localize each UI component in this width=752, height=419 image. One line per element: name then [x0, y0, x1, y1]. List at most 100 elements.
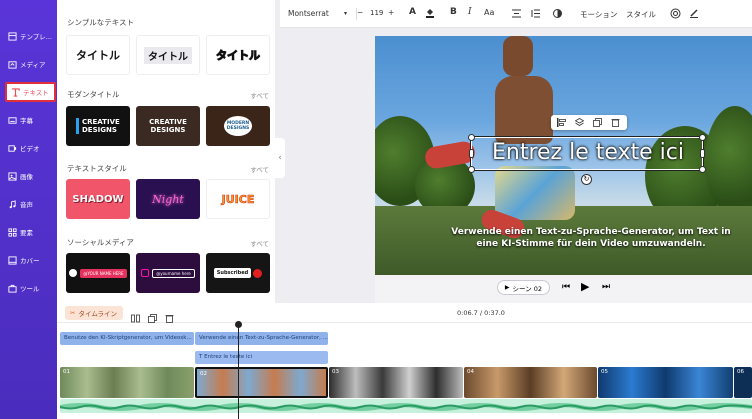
style-tab[interactable]: スタイル: [626, 9, 656, 20]
text-clip-label: Entrez le texte ici: [204, 354, 253, 360]
sidebar-item-elements[interactable]: 要素: [4, 222, 54, 242]
social-card-instagram[interactable]: @yourname here: [136, 253, 200, 293]
text-case-icon: Aa: [484, 8, 495, 17]
scene-number: 03: [332, 369, 339, 375]
style-card-night[interactable]: Night: [136, 179, 200, 219]
simple-text-card-2[interactable]: タイトル: [136, 35, 200, 75]
spacing-button[interactable]: [531, 9, 540, 20]
elements-icon: [8, 227, 17, 237]
timeline-toggle-button[interactable]: ✂ タイムライン: [65, 306, 123, 320]
resize-handle-bl[interactable]: [468, 166, 475, 173]
motion-tab[interactable]: モーション: [580, 9, 617, 20]
see-all-style-link[interactable]: すべて: [250, 164, 269, 174]
caption-line-2: eine KI-Stimme für dein Video umzuwandel…: [476, 239, 706, 249]
font-size-value[interactable]: 119: [370, 9, 383, 17]
modern-title-card-1[interactable]: CREATIVE DESIGNS: [66, 106, 130, 146]
text-color-button[interactable]: A: [409, 7, 416, 17]
video-preview-canvas[interactable]: Entrez le texte ici ↻ Verwende einen Tex…: [375, 36, 752, 275]
scene-selector[interactable]: ▶ シーン 02: [497, 280, 550, 295]
case-button[interactable]: Aa: [484, 8, 494, 17]
align-button[interactable]: [512, 9, 521, 20]
style-card-shadow[interactable]: SHADOW: [66, 179, 130, 219]
font-size-stepper[interactable]: − 119 +: [357, 6, 397, 21]
player-torso: [495, 76, 553, 144]
sidebar-item-tools[interactable]: ツール: [4, 278, 54, 298]
sidebar-item-templates[interactable]: テンプレ...: [4, 26, 54, 46]
delete-clip-button[interactable]: [165, 308, 174, 327]
increase-size-button[interactable]: +: [388, 8, 394, 17]
scene-clip-01[interactable]: 01: [60, 367, 194, 398]
simple-text-card-1[interactable]: タイトル: [66, 35, 130, 75]
social-card-youtube[interactable]: Subscribed: [206, 253, 270, 293]
resize-handle-left[interactable]: [469, 149, 474, 158]
font-select[interactable]: Montserrat ▾: [288, 9, 350, 18]
card-label: SHADOW: [72, 193, 124, 205]
scene-clip-06[interactable]: 06: [734, 367, 752, 398]
see-all-social-link[interactable]: すべて: [250, 238, 269, 248]
trash-icon[interactable]: [611, 118, 620, 127]
audio-track[interactable]: [60, 399, 752, 413]
subtitle-clip-2[interactable]: Verwende einen Text-zu-Sprache-Generator…: [195, 332, 328, 345]
audio-icon: [9, 199, 16, 208]
rotate-icon[interactable]: ↻: [581, 174, 592, 185]
italic-button[interactable]: I: [468, 7, 472, 17]
sidebar-item-video[interactable]: ビデオ: [4, 138, 54, 158]
style-card-juice[interactable]: JUICE: [206, 179, 270, 219]
collapse-panel-button[interactable]: ‹: [275, 138, 285, 178]
split-button[interactable]: [131, 308, 140, 327]
modern-title-card-3[interactable]: MODERN DESIGNS: [206, 106, 270, 146]
resize-handle-tl[interactable]: [468, 134, 475, 141]
sidebar-item-label: 要素: [20, 229, 33, 237]
scene-clip-02[interactable]: 02: [195, 367, 328, 398]
subtitle-icon: [8, 116, 17, 124]
see-all-modern-link[interactable]: すべて: [250, 90, 269, 100]
sidebar-item-cover[interactable]: カバー: [4, 250, 54, 270]
card-label: @YOUR NAME HERE: [80, 268, 127, 278]
bold-icon: B: [450, 7, 457, 17]
bold-button[interactable]: B: [450, 7, 457, 17]
play-button[interactable]: ▶: [581, 280, 589, 293]
scene-clip-03[interactable]: 03: [329, 367, 463, 398]
duplicate-icon[interactable]: [593, 118, 602, 127]
text-panel: シンプルなテキスト タイトル タイトル タイトル モダンタイトル すべて CRE…: [57, 0, 275, 303]
timeline-toolbar: ✂ タイムライン 0:06.7 / 0:37.0: [57, 303, 752, 323]
next-scene-button[interactable]: ⏭: [602, 282, 610, 292]
align-icon[interactable]: [557, 118, 566, 127]
resize-handle-tr[interactable]: [699, 134, 706, 141]
opacity-button[interactable]: [553, 9, 562, 20]
highlight-button[interactable]: [425, 7, 435, 20]
timeline-button-label: タイムライン: [78, 310, 117, 318]
tiktok-icon: [69, 269, 78, 277]
sidebar-item-audio[interactable]: 音声: [4, 194, 54, 214]
modern-title-card-2[interactable]: CREATIVE DESIGNS: [136, 106, 200, 146]
sidebar-item-media[interactable]: メディア: [4, 54, 54, 74]
playhead[interactable]: [235, 321, 242, 419]
resize-handle-br[interactable]: [699, 166, 706, 173]
effects-button[interactable]: [670, 8, 681, 21]
sidebar-item-text[interactable]: テキスト: [5, 82, 56, 102]
left-sidebar: テンプレ... メディア テキスト 字幕 ビデオ 画像 音声 要素 カバー ツー…: [0, 0, 57, 419]
subtitle-clip-1[interactable]: Benutze den KI-Skriptgenerator, um Video…: [60, 332, 194, 345]
playhead-knob[interactable]: [235, 321, 242, 328]
resize-handle-right[interactable]: [700, 149, 705, 158]
social-card-tiktok[interactable]: @YOUR NAME HERE: [66, 253, 130, 293]
sidebar-item-images[interactable]: 画像: [4, 166, 54, 186]
player-arms: [503, 36, 533, 76]
edit-button[interactable]: [689, 8, 699, 20]
duplicate-clip-button[interactable]: [148, 308, 157, 327]
selected-textbox[interactable]: Entrez le texte ici: [468, 134, 706, 173]
text-clip[interactable]: T Entrez le texte ici: [195, 351, 328, 364]
scene-clip-05[interactable]: 05: [598, 367, 733, 398]
previous-scene-button[interactable]: ⏮: [562, 282, 570, 292]
scene-number: 01: [63, 369, 70, 375]
sidebar-item-subtitles[interactable]: 字幕: [4, 110, 54, 130]
layers-icon[interactable]: [575, 118, 584, 127]
instagram-icon: [141, 269, 150, 277]
scene-clip-04[interactable]: 04: [464, 367, 597, 398]
simple-text-card-3[interactable]: タイトル: [206, 35, 270, 75]
sidebar-item-label: テキスト: [23, 89, 49, 97]
timeline-panel: ✂ タイムライン 0:06.7 / 0:37.0 Benutze den KI-…: [57, 303, 752, 419]
textbox-text[interactable]: Entrez le texte ici: [472, 140, 704, 165]
decrease-size-button[interactable]: −: [357, 8, 363, 17]
card-label: タイトル: [144, 46, 192, 64]
